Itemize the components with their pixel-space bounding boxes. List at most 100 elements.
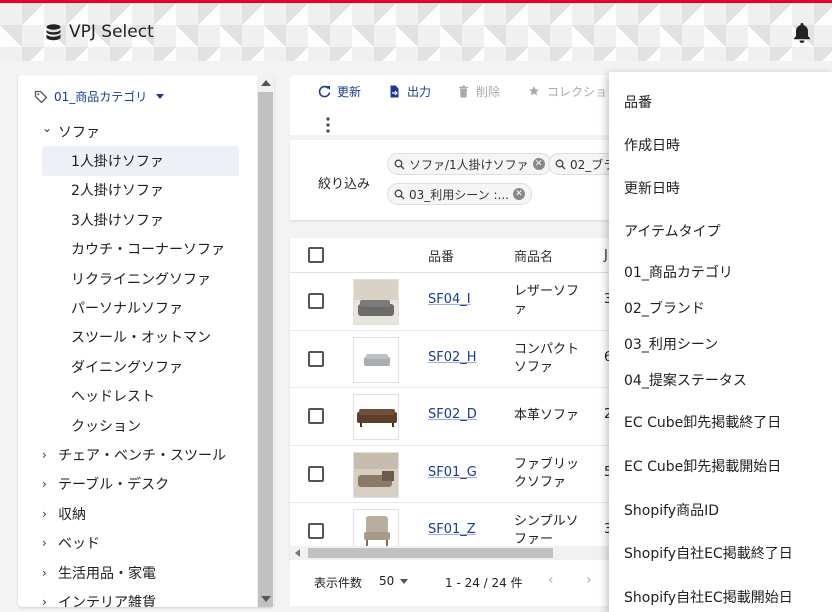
tree-item[interactable]: ダイニングソファ: [18, 352, 257, 381]
product-table: 品番 商品名 J SF04_I レザーソファ 3 SF02_H コンパクトソファ…: [290, 238, 620, 560]
scrollbar-thumb[interactable]: [308, 548, 553, 558]
bell-icon[interactable]: [792, 22, 812, 44]
product-thumbnail: [353, 452, 399, 498]
column-header-name[interactable]: 商品名: [514, 238, 553, 272]
row-checkbox[interactable]: [308, 466, 324, 482]
chevron-down-icon[interactable]: ⌄: [42, 121, 58, 135]
chevron-right-icon[interactable]: ›: [42, 536, 58, 550]
product-name: レザーソファ: [514, 283, 584, 319]
tree-item-label: テーブル・デスク: [58, 474, 169, 494]
page-range: 1 - 24 / 24 件: [445, 574, 523, 591]
table-row[interactable]: SF01_G ファブリックソファ 5: [290, 446, 620, 504]
chevron-right-icon[interactable]: ›: [42, 507, 58, 521]
tree-item[interactable]: ›テーブル・デスク: [18, 470, 257, 499]
tree-item[interactable]: ›ベッド: [18, 528, 257, 557]
tree-item[interactable]: クッション: [18, 411, 257, 440]
delete-button[interactable]: 削除: [457, 83, 500, 100]
menu-item[interactable]: 02_ブランド: [624, 298, 705, 318]
tree-item[interactable]: 1人掛けソファ: [42, 146, 239, 175]
product-code-link[interactable]: SF01_G: [428, 465, 477, 480]
tree-item[interactable]: ヘッドレスト: [18, 382, 257, 411]
scroll-left-icon[interactable]: [295, 549, 300, 557]
tree-item[interactable]: ›チェア・ベンチ・スツール: [18, 440, 257, 469]
column-header-truncated[interactable]: J: [604, 238, 608, 272]
scroll-down-icon[interactable]: [261, 596, 271, 602]
tree-item[interactable]: リクライニングソファ: [18, 264, 257, 293]
remove-chip-icon[interactable]: ✕: [533, 158, 545, 170]
table-row[interactable]: SF04_I レザーソファ 3: [290, 273, 620, 331]
menu-item[interactable]: 04_提案ステータス: [624, 370, 747, 390]
product-code-link[interactable]: SF04_I: [428, 292, 471, 307]
scroll-up-icon[interactable]: [261, 80, 271, 86]
chevron-right-icon[interactable]: ›: [42, 477, 58, 491]
filter-chip[interactable]: ソファ/1人掛けソファ ✕: [387, 153, 552, 175]
app-brand[interactable]: VPJ Select: [46, 22, 154, 42]
table-horizontal-scrollbar[interactable]: [290, 546, 620, 560]
column-header-code[interactable]: 品番: [428, 238, 454, 272]
table-row[interactable]: SF02_D 本革ソファ 2: [290, 388, 620, 446]
list-toolbar: 更新 出力 削除 コレクション: [290, 75, 620, 135]
select-all-checkbox[interactable]: [308, 247, 324, 263]
tree-item-label: 1人掛けソファ: [71, 151, 164, 171]
row-checkbox[interactable]: [308, 523, 324, 539]
menu-item[interactable]: 01_商品カテゴリ: [624, 262, 733, 282]
export-button[interactable]: 出力: [388, 83, 431, 100]
tree-item-label: 生活用品・家電: [58, 563, 156, 583]
row-checkbox[interactable]: [308, 293, 324, 309]
product-code-link[interactable]: SF01_Z: [428, 522, 476, 537]
menu-item[interactable]: アイテムタイプ: [624, 221, 721, 241]
row-checkbox[interactable]: [308, 351, 324, 367]
chevron-right-icon[interactable]: ›: [42, 595, 58, 607]
table-row[interactable]: SF02_H コンパクトソファ 6: [290, 331, 620, 389]
row-checkbox[interactable]: [308, 408, 324, 424]
menu-item[interactable]: 品番: [624, 92, 652, 112]
more-vertical-icon[interactable]: [326, 117, 330, 133]
tree-item[interactable]: ›収納: [18, 499, 257, 528]
product-name: 本革ソファ: [514, 407, 584, 425]
menu-item[interactable]: 更新日時: [624, 178, 680, 198]
tree-scrollbar[interactable]: [257, 75, 274, 607]
collection-button[interactable]: コレクション: [528, 83, 619, 100]
tree-item[interactable]: カウチ・コーナーソファ: [18, 235, 257, 264]
menu-item[interactable]: 作成日時: [624, 135, 680, 155]
scrollbar-thumb[interactable]: [258, 92, 273, 607]
product-code-link[interactable]: SF02_D: [428, 407, 477, 422]
tag-icon: [34, 90, 48, 104]
tree-item[interactable]: ›生活用品・家電: [18, 558, 257, 587]
filter-chip[interactable]: 03_利用シーン :... ✕: [387, 183, 532, 205]
tree-item[interactable]: パーソナルソファ: [18, 293, 257, 322]
trash-icon: [457, 85, 470, 98]
tree-item-label: クッション: [71, 416, 141, 436]
search-icon: [555, 159, 566, 170]
tree-item[interactable]: ⌄ソファ: [18, 117, 257, 146]
menu-item[interactable]: 03_利用シーン: [624, 334, 718, 354]
chevron-right-icon[interactable]: ›: [42, 448, 58, 462]
menu-item[interactable]: EC Cube卸先掲載開始日: [624, 456, 781, 476]
tree-item[interactable]: ›インテリア雑貨: [18, 587, 257, 607]
prev-page-button[interactable]: ‹: [548, 572, 554, 588]
category-tree: ⌄ソファ 1人掛けソファ 2人掛けソファ3人掛けソファカウチ・コーナーソファリクライ…: [18, 117, 257, 607]
tree-item-label: スツール・オットマン: [71, 327, 211, 347]
chevron-right-icon[interactable]: ›: [42, 566, 58, 580]
menu-item[interactable]: Shopify商品ID: [624, 500, 719, 520]
database-icon: [46, 24, 61, 41]
tree-item-label: ダイニングソファ: [71, 357, 183, 377]
app-header: VPJ Select: [0, 3, 832, 61]
tree-item[interactable]: 3人掛けソファ: [18, 205, 257, 234]
refresh-button[interactable]: 更新: [318, 83, 361, 100]
remove-chip-icon[interactable]: ✕: [513, 188, 525, 200]
tree-item[interactable]: 2人掛けソファ: [18, 176, 257, 205]
menu-item[interactable]: Shopify自社EC掲載開始日: [624, 587, 793, 607]
next-page-button[interactable]: ›: [586, 572, 592, 588]
tree-item-label: ヘッドレスト: [71, 386, 155, 406]
product-name: コンパクトソファ: [514, 341, 584, 377]
tree-item-label: パーソナルソファ: [71, 298, 183, 318]
menu-item[interactable]: Shopify自社EC掲載終了日: [624, 543, 793, 563]
menu-item[interactable]: EC Cube卸先掲載終了日: [624, 412, 781, 432]
search-icon: [394, 189, 405, 200]
product-code-link[interactable]: SF02_H: [428, 350, 477, 365]
category-selector[interactable]: 01_商品カテゴリ: [34, 88, 164, 105]
product-thumbnail: [353, 337, 399, 383]
tree-item[interactable]: スツール・オットマン: [18, 323, 257, 352]
per-page-select[interactable]: 50: [379, 574, 408, 588]
